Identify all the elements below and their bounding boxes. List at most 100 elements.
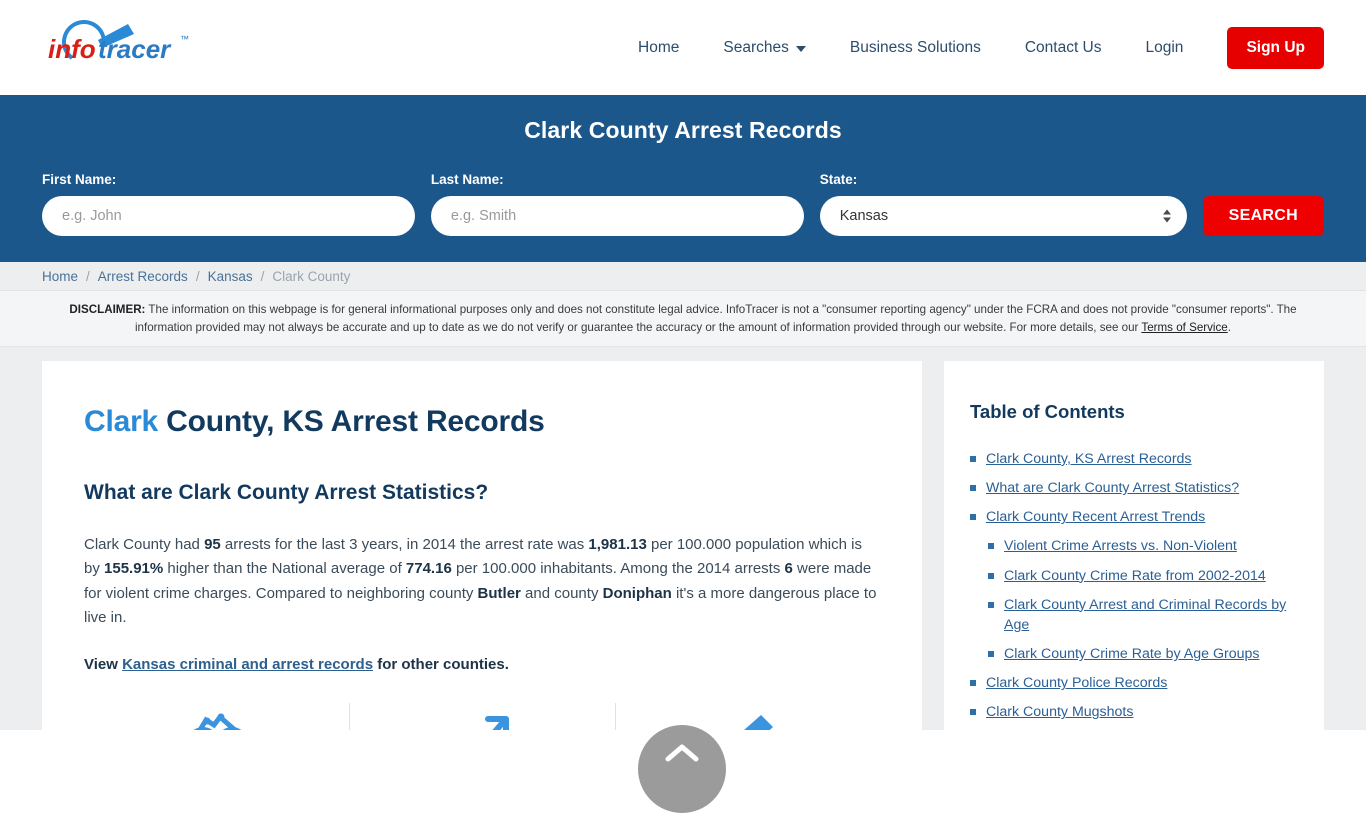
main-navigation: Home Searches Business Solutions Contact… — [616, 26, 1324, 69]
terms-of-service-link[interactable]: Terms of Service — [1141, 321, 1227, 334]
disclaimer-text-end: . — [1227, 320, 1231, 334]
toc-link[interactable]: Clark County Police Records — [986, 673, 1167, 693]
toc-item: Clark County Mugshots — [970, 702, 1298, 722]
nav-item-home[interactable]: Home — [616, 39, 701, 57]
search-form: First Name: Last Name: State: Kansas SEA… — [42, 172, 1324, 236]
toc-link[interactable]: What are Clark County Arrest Statistics? — [986, 478, 1239, 498]
toc-item: Clark County, KS Arrest Records — [970, 449, 1298, 469]
disclaimer-label: DISCLAIMER: — [69, 303, 146, 316]
nav-label: Business Solutions — [849, 38, 981, 56]
toc-bullet-icon — [988, 572, 994, 579]
toc-bullet-icon — [988, 543, 994, 550]
first-name-label: First Name: — [42, 172, 117, 187]
nav-label: Searches — [723, 38, 789, 56]
toc-link[interactable]: Clark County Arrest and Criminal Records… — [1004, 595, 1298, 635]
logo-icon: info tracer ™ — [48, 19, 189, 64]
toc-item: Clark County Crime Rate from 2002-2014 — [970, 566, 1298, 586]
chevron-down-icon — [795, 45, 806, 52]
svg-text:™: ™ — [180, 34, 189, 44]
state-label: State: — [819, 172, 858, 187]
svg-text:tracer: tracer — [98, 34, 172, 64]
chevron-up-icon — [665, 744, 699, 762]
page-title-rest: County, KS Arrest Records — [158, 404, 545, 438]
toc-item: Clark County Recent Arrest Trends — [970, 507, 1298, 527]
first-name-input[interactable] — [42, 196, 415, 236]
pen-marker-icon — [744, 715, 774, 730]
scroll-to-top-button[interactable] — [638, 725, 726, 813]
breadcrumb-item-kansas[interactable]: Kansas — [208, 269, 253, 284]
table-of-contents-card: Table of Contents Clark County, KS Arres… — [944, 360, 1324, 730]
handcuffs-icon — [193, 713, 241, 730]
breadcrumb: Home / Arrest Records / Kansas / Clark C… — [0, 262, 1366, 290]
first-name-group: First Name: — [42, 172, 415, 236]
nav-item-searches[interactable]: Searches — [701, 39, 827, 57]
nav-item-login[interactable]: Login — [1124, 39, 1206, 57]
stat-neighbor-county-1: Butler — [477, 584, 521, 602]
last-name-group: Last Name: — [430, 172, 804, 236]
section-heading-arrest-statistics: What are Clark County Arrest Statistics? — [84, 480, 489, 504]
toc-bullet-icon — [970, 485, 976, 492]
view-prefix: View — [84, 656, 123, 674]
nav-item-business-solutions[interactable]: Business Solutions — [828, 39, 1003, 57]
stat-national-average: 774.16 — [405, 560, 452, 578]
infotracer-logo[interactable]: info tracer ™ — [42, 18, 262, 78]
sign-up-button[interactable]: Sign Up — [1227, 26, 1324, 69]
toc-link[interactable]: Clark County Crime Rate from 2002-2014 — [1004, 566, 1266, 586]
stat-text: arrests for the last 3 years, in 2014 th… — [220, 535, 589, 553]
toc-title: Table of Contents — [970, 400, 1125, 422]
last-name-label: Last Name: — [430, 172, 504, 187]
icon-cell-trend — [349, 703, 614, 730]
icon-cell-handcuffs — [84, 703, 349, 730]
stat-arrest-count: 95 — [204, 535, 221, 553]
toc-item: Clark County Police Records — [970, 673, 1298, 693]
page-title: Clark County, KS Arrest Records — [84, 405, 880, 439]
breadcrumb-separator: / — [195, 268, 200, 284]
state-group: State: Kansas — [819, 172, 1187, 236]
breadcrumb-item-arrest-records[interactable]: Arrest Records — [98, 269, 188, 284]
nav-label: Home — [638, 38, 680, 56]
stat-text: and county — [520, 584, 603, 602]
breadcrumb-item-clark-county: Clark County — [272, 268, 351, 284]
stat-violent-count: 6 — [784, 560, 793, 578]
breadcrumb-item-home[interactable]: Home — [42, 269, 78, 284]
feature-icon-row — [84, 703, 880, 730]
page-title-highlight: Clark — [84, 404, 159, 438]
nav-label: Contact Us — [1024, 38, 1102, 56]
toc-link[interactable]: Clark County Recent Arrest Trends — [986, 507, 1205, 527]
toc-item: Clark County Arrest and Criminal Records… — [970, 595, 1298, 635]
toc-bullet-icon — [970, 680, 976, 687]
main-content-card: Clark County, KS Arrest Records What are… — [42, 360, 922, 730]
icon-cell-pen — [614, 703, 880, 730]
toc-list: Clark County, KS Arrest Records What are … — [970, 449, 1298, 730]
toc-item: Clark County Crime Rate by Age Groups — [970, 644, 1298, 664]
stat-percent-higher: 155.91% — [104, 560, 164, 578]
toc-bullet-icon — [970, 709, 976, 716]
toc-link[interactable]: Clark County Crime Rate by Age Groups — [1004, 644, 1259, 664]
page-body: Clark County, KS Arrest Records What are… — [0, 346, 1366, 730]
trending-up-arrow-icon — [484, 716, 509, 730]
nav-label: Login — [1145, 38, 1184, 56]
last-name-input[interactable] — [430, 196, 804, 236]
toc-link[interactable]: Clark County Mugshots — [986, 702, 1133, 722]
kansas-records-link[interactable]: Kansas criminal and arrest records — [122, 656, 373, 673]
state-select[interactable]: Kansas — [819, 196, 1187, 236]
nav-item-contact-us[interactable]: Contact Us — [1003, 39, 1124, 57]
stat-neighbor-county-2: Doniphan — [602, 584, 672, 602]
toc-link[interactable]: Violent Crime Arrests vs. Non-Violent — [1004, 536, 1237, 556]
toc-bullet-icon — [988, 651, 994, 658]
search-band: Clark County Arrest Records First Name: … — [0, 95, 1366, 262]
disclaimer: DISCLAIMER: The information on this webp… — [0, 290, 1366, 347]
toc-link[interactable]: Clark County, KS Arrest Records — [986, 449, 1192, 469]
view-other-counties-line: View Kansas criminal and arrest records … — [84, 656, 880, 673]
statistics-paragraph: Clark County had 95 arrests for the last… — [84, 533, 880, 630]
breadcrumb-separator: / — [260, 268, 265, 284]
site-header: info tracer ™ Home Searches Business Sol… — [0, 0, 1366, 95]
svg-text:info: info — [48, 34, 96, 64]
breadcrumb-separator: / — [86, 268, 90, 284]
disclaimer-text: The information on this webpage is for g… — [134, 303, 1297, 334]
search-button[interactable]: SEARCH — [1202, 196, 1324, 236]
stat-arrest-rate: 1,981.13 — [588, 535, 647, 553]
view-suffix: for other counties. — [373, 656, 509, 674]
stat-text: per 100.000 inhabitants. Among the 2014 … — [451, 560, 785, 578]
toc-bullet-icon — [988, 601, 994, 608]
